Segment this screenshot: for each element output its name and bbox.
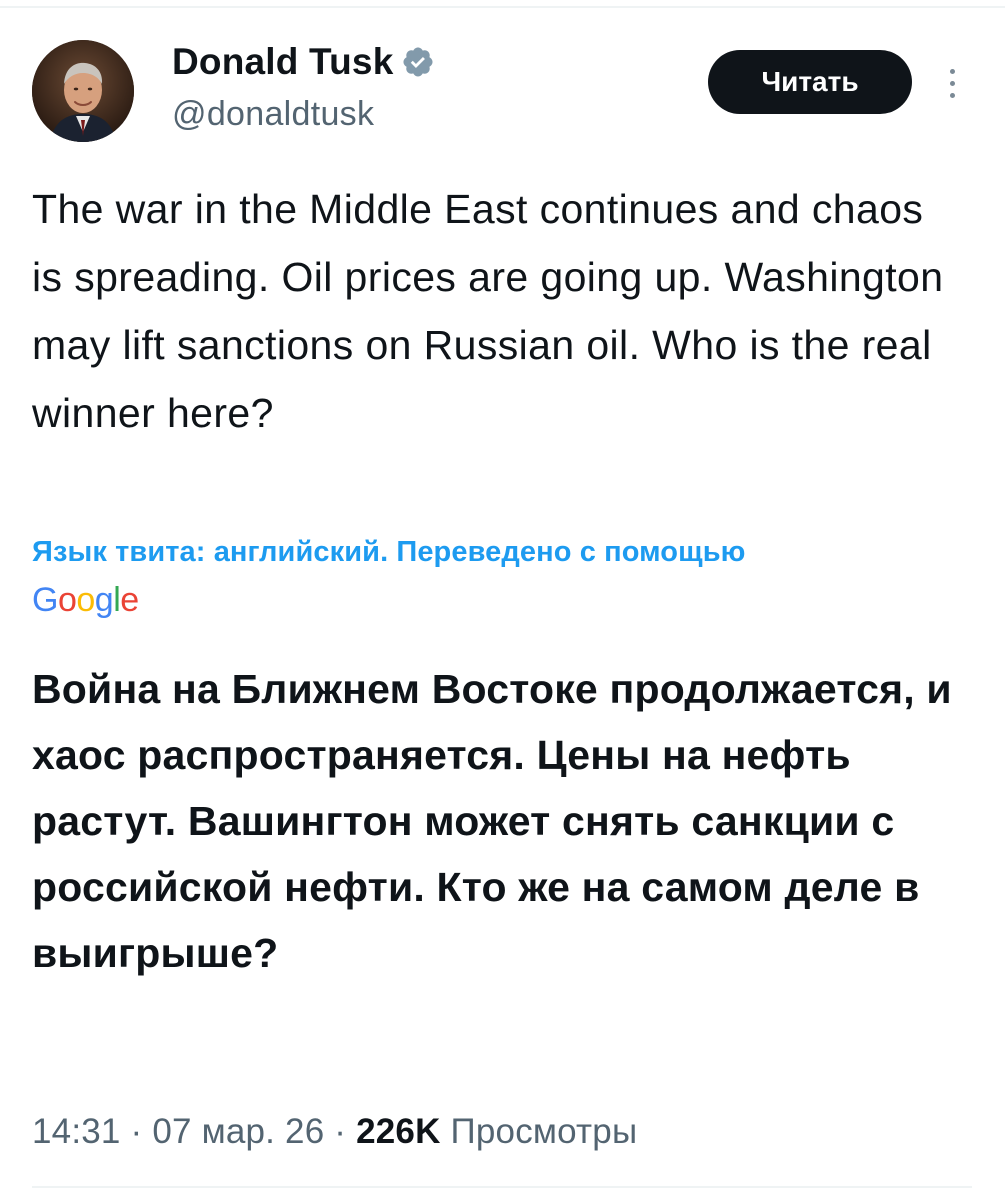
read-button[interactable]: Читать bbox=[708, 50, 912, 114]
avatar-image bbox=[32, 40, 134, 142]
top-divider bbox=[0, 6, 1005, 8]
views-count[interactable]: 226K bbox=[356, 1112, 440, 1151]
more-dot bbox=[949, 92, 955, 98]
tweet-meta: 14:31 · 07 мар. 26 · 226K Просмотры bbox=[32, 1108, 637, 1156]
translation-note[interactable]: Язык твита: английский. Переведено с пом… bbox=[32, 526, 962, 578]
tweet-date[interactable]: 07 мар. 26 bbox=[152, 1112, 324, 1151]
meta-separator: · bbox=[130, 1112, 143, 1151]
meta-separator: · bbox=[334, 1112, 347, 1151]
more-dot bbox=[949, 68, 955, 74]
verified-badge-icon bbox=[403, 47, 434, 77]
tweet-time[interactable]: 14:31 bbox=[32, 1112, 121, 1151]
author-name-row[interactable]: Donald Tusk bbox=[172, 40, 435, 84]
avatar[interactable] bbox=[32, 40, 134, 142]
author-display-name[interactable]: Donald Tusk bbox=[172, 41, 393, 83]
views-label[interactable]: Просмотры bbox=[451, 1112, 638, 1151]
bottom-divider bbox=[32, 1186, 972, 1188]
translated-tweet-text: Война на Ближнем Востоке продолжается, и… bbox=[32, 666, 952, 976]
google-logo: Google bbox=[32, 581, 139, 619]
author-handle[interactable]: @donaldtusk bbox=[172, 95, 374, 134]
tweet-text: The war in the Middle East continues and… bbox=[32, 186, 944, 436]
more-dot bbox=[949, 80, 955, 86]
more-options-icon[interactable] bbox=[938, 58, 966, 108]
